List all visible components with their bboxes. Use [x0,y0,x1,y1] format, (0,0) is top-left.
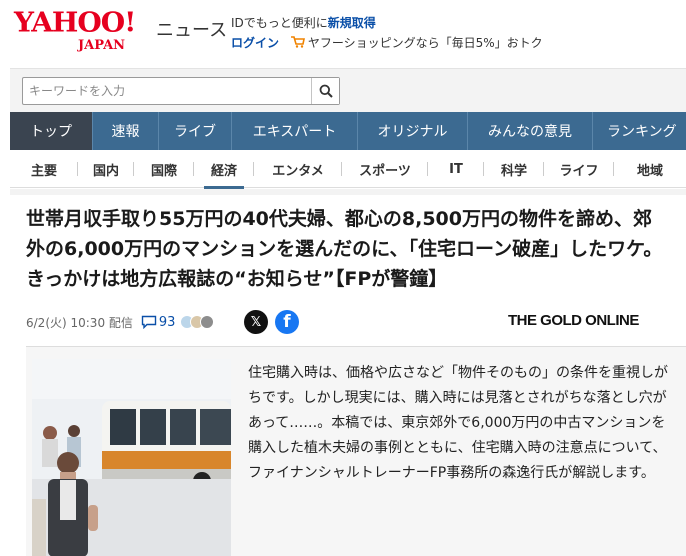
comment-link[interactable]: 93 [141,314,176,330]
x-share-icon: 𝕏 [250,314,262,330]
category-tab-world[interactable]: 国際 [134,150,194,188]
article-lead: 住宅購入時は、価格や広さなど「物件そのもの」の条件を重視しがちです。しかし現実に… [248,365,668,481]
comment-icon [141,315,157,329]
main-nav-opinion[interactable]: みんなの意見 [468,112,593,150]
search-box [22,77,340,105]
facebook-share-icon: f [283,312,291,332]
category-tab-label: 科学 [500,163,527,179]
category-tab-entertainment[interactable]: エンタメ [254,150,342,188]
main-nav-expert[interactable]: エキスパート [232,112,358,150]
main-nav-original[interactable]: オリジナル [358,112,468,150]
article-headline: 世帯月収手取り55万円の40代夫婦、都心の8,500万円の物件を諦め、郊外の6,… [26,208,663,290]
search-icon [319,84,333,98]
signup-promo-text: IDでもっと便利に [231,16,328,30]
category-tab-label: エンタメ [272,163,324,179]
site-header: YAHOO! JAPAN ニュース IDでもっと便利に新規取得 ログイン ヤフー… [0,0,686,60]
comment-count: 93 [158,314,176,330]
search-input[interactable] [23,78,313,104]
main-nav: トップ 速報 ライブ エキスパート オリジナル みんなの意見 ランキング [10,112,686,150]
avatar [200,315,215,329]
search-button[interactable] [311,78,339,104]
shopping-promo: ログイン ヤフーショッピングなら「毎日5%」おトク [231,34,543,51]
category-tab-label: IT [449,161,463,177]
facebook-share-button[interactable]: f [275,310,299,334]
category-tab-main[interactable]: 主要 [10,150,78,188]
signup-link[interactable]: 新規取得 [328,16,376,30]
category-tab-label: 経済 [210,163,237,179]
section-label[interactable]: ニュース [156,16,227,42]
search-bar [10,68,686,112]
article-body: 住宅購入時は、価格や広さなど「物件そのもの」の条件を重視しがちです。しかし現実に… [26,346,686,556]
category-nav: 主要 国内 国際 経済 エンタメ スポーツ IT 科学 ライフ 地域 [10,150,686,189]
publish-date: 6/2(火) 10:30 配信 [26,315,133,330]
category-tab-sports[interactable]: スポーツ [342,150,428,188]
logo-text: YAHOO! [14,6,136,39]
category-tab-life[interactable]: ライフ [544,150,614,188]
main-nav-breaking[interactable]: 速報 [93,112,159,150]
category-tab-label: 地域 [636,163,663,179]
logo-subtext: JAPAN [78,38,126,53]
category-tab-label: ライフ [559,163,599,179]
x-share-button[interactable]: 𝕏 [244,310,268,334]
category-tab-domestic[interactable]: 国内 [78,150,134,188]
category-tab-it[interactable]: IT [428,150,484,188]
category-tab-local[interactable]: 地域 [614,150,686,188]
publisher-logo[interactable]: THE GOLD ONLINE [508,312,639,329]
category-tab-label: 主要 [30,163,57,179]
article-photo[interactable] [32,359,231,556]
main-nav-live[interactable]: ライブ [159,112,232,150]
yahoo-japan-logo[interactable]: YAHOO! JAPAN [14,8,154,54]
shopping-promo-link[interactable]: ヤフーショッピングなら「毎日5%」おトク [308,36,543,50]
main-nav-ranking[interactable]: ランキング [593,112,686,150]
category-tab-label: 国際 [150,163,177,179]
article-meta: 6/2(火) 10:30 配信 93 [26,312,215,332]
section-divider [10,189,686,195]
login-link[interactable]: ログイン [231,36,279,50]
commenter-avatars [180,315,215,329]
bus-stop-photo [32,359,231,556]
category-tab-economy[interactable]: 経済 [194,150,254,189]
category-tab-science[interactable]: 科学 [484,150,544,188]
cart-icon [290,36,305,48]
signup-promo: IDでもっと便利に新規取得 [231,14,376,31]
main-nav-top[interactable]: トップ [10,112,93,150]
category-tab-label: スポーツ [359,163,411,179]
category-tab-label: 国内 [92,163,119,179]
